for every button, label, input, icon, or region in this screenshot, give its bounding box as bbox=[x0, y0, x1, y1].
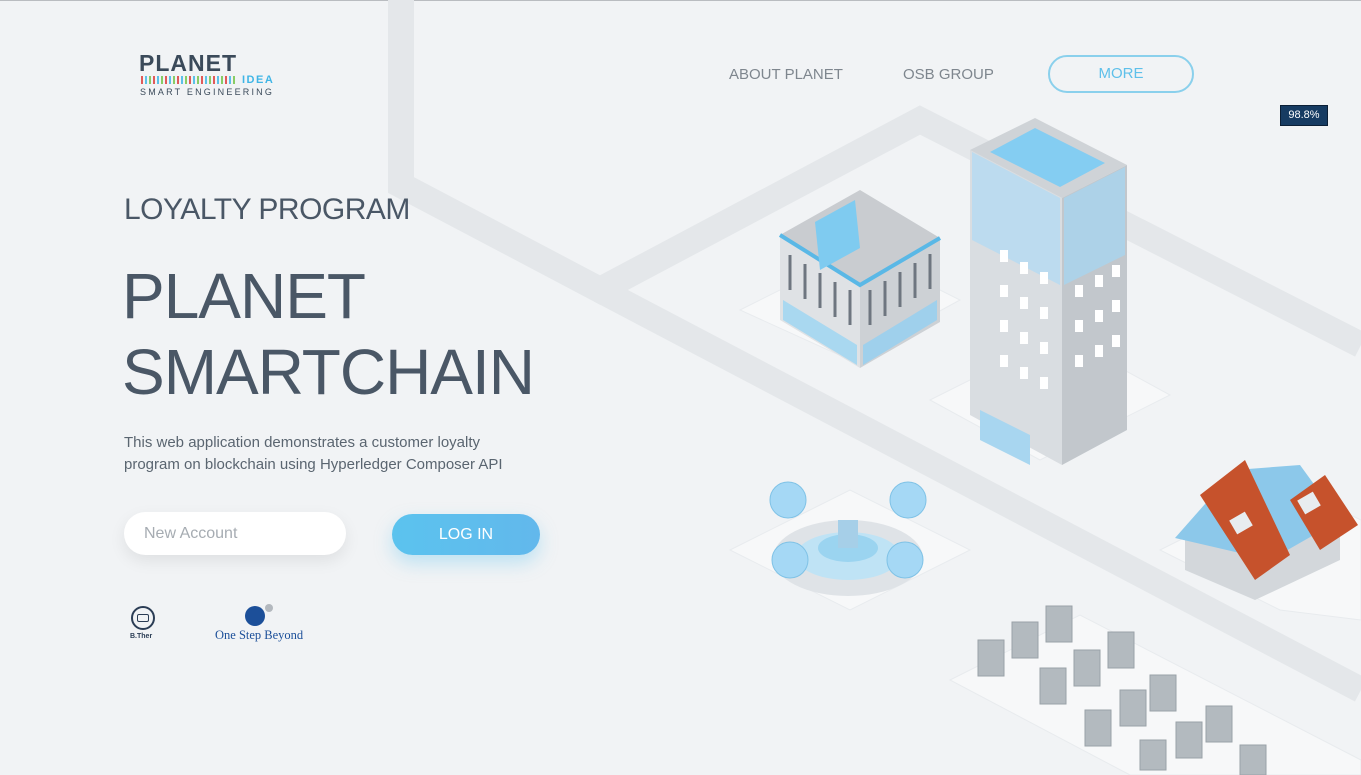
osb-dot-icon bbox=[245, 606, 265, 626]
bther-label: B.Ther bbox=[130, 633, 153, 640]
login-button[interactable]: LOG IN bbox=[392, 514, 540, 555]
nav-osb-group[interactable]: OSB GROUP bbox=[903, 66, 994, 83]
planet-idea-logo[interactable]: PLANET IDEA SMART ENGINEERING bbox=[139, 52, 279, 98]
title-line-1: PLANET bbox=[122, 260, 366, 332]
logo-idea-text: IDEA bbox=[242, 74, 275, 86]
logo-wordmark: PLANET bbox=[139, 50, 237, 76]
zoom-level-badge: 98.8% bbox=[1280, 105, 1328, 126]
osb-small-dot-icon bbox=[265, 604, 273, 612]
tower-building bbox=[970, 118, 1127, 465]
page-title: PLANET SMARTCHAIN bbox=[122, 258, 535, 410]
more-button[interactable]: MORE bbox=[1048, 55, 1194, 93]
nav-about-planet[interactable]: ABOUT PLANET bbox=[729, 66, 843, 83]
osb-label: One Step Beyond bbox=[215, 628, 304, 642]
logo-tagline: SMART ENGINEERING bbox=[140, 87, 275, 97]
new-account-input[interactable] bbox=[124, 512, 346, 555]
logo-color-bars bbox=[141, 76, 237, 84]
description-line-1: This web application demonstrates a cust… bbox=[124, 434, 481, 451]
one-step-beyond-logo[interactable]: One Step Beyond bbox=[214, 603, 314, 645]
title-line-2: SMARTCHAIN bbox=[122, 336, 535, 408]
low-building bbox=[778, 190, 942, 368]
section-eyebrow: LOYALTY PROGRAM bbox=[124, 193, 410, 226]
hero-description: This web application demonstrates a cust… bbox=[124, 432, 564, 476]
bther-partner-logo[interactable]: B.Ther bbox=[128, 606, 162, 644]
description-line-2: program on blockchain using Hyperledger … bbox=[124, 456, 503, 473]
bther-icon bbox=[131, 606, 155, 630]
